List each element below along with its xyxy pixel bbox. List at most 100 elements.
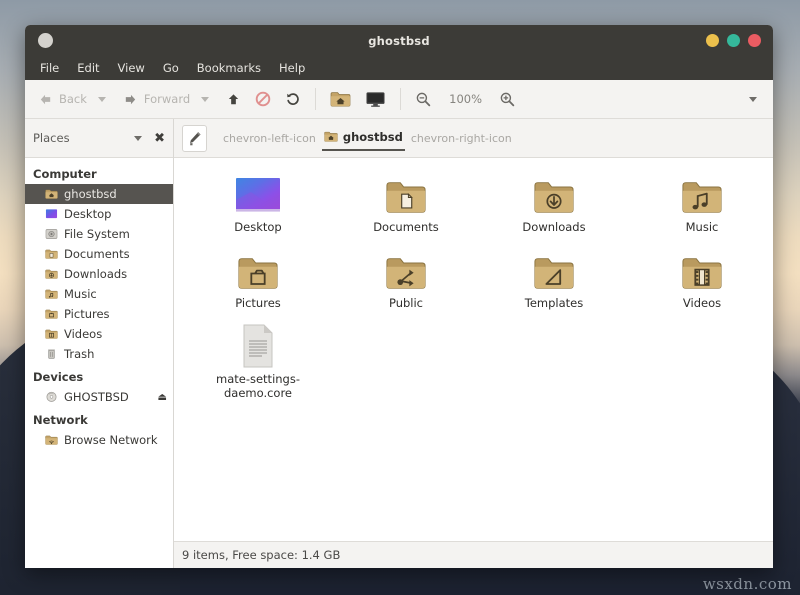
file-item-music[interactable]: Music xyxy=(628,170,773,234)
sidebar-item-desktop[interactable]: Desktop xyxy=(25,204,173,224)
file-item-mate-settings-daemon-core[interactable]: mate-settings-daemo.core xyxy=(184,322,332,399)
file-item-public[interactable]: Public xyxy=(332,246,480,310)
file-label: Public xyxy=(389,297,423,310)
window-controls xyxy=(706,34,761,47)
file-system-disk-icon xyxy=(45,228,58,240)
up-arrow-icon xyxy=(226,92,241,107)
reload-button[interactable] xyxy=(278,87,308,111)
file-item-downloads[interactable]: Downloads xyxy=(480,170,628,234)
sidebar-item-pictures[interactable]: Pictures xyxy=(25,304,173,324)
home-button[interactable] xyxy=(323,86,358,112)
toggle-location-entry-button[interactable] xyxy=(182,125,207,152)
back-label: Back xyxy=(59,92,87,106)
menu-edit[interactable]: Edit xyxy=(68,58,108,78)
close-sidebar-icon[interactable]: ✖ xyxy=(154,132,165,145)
stop-button[interactable] xyxy=(248,87,278,111)
maximize-button[interactable] xyxy=(727,34,740,47)
sidebar-item-label: Browse Network xyxy=(64,433,158,447)
toolbar-separator-2 xyxy=(400,88,401,110)
sidebar-item-ghostbsd-device[interactable]: GHOSTBSD ⏏ xyxy=(25,387,173,407)
sidebar-item-label: File System xyxy=(64,227,130,241)
sidebar-item-downloads[interactable]: Downloads xyxy=(25,264,173,284)
file-item-documents[interactable]: Documents xyxy=(332,170,480,234)
reload-icon xyxy=(285,91,301,107)
status-text: 9 items, Free space: 1.4 GB xyxy=(182,548,340,562)
menu-bar: File Edit View Go Bookmarks Help xyxy=(25,56,773,80)
sidebar-item-music[interactable]: Music xyxy=(25,284,173,304)
places-label: Places xyxy=(33,131,134,145)
window-menu-icon[interactable] xyxy=(38,33,53,48)
optical-disc-icon xyxy=(45,391,58,403)
music-folder-icon xyxy=(681,170,723,216)
forward-arrow-icon xyxy=(123,92,138,107)
computer-monitor-icon xyxy=(365,90,386,108)
zoom-out-icon xyxy=(415,91,432,108)
window-title: ghostbsd xyxy=(25,34,773,48)
sidebar-item-documents[interactable]: Documents xyxy=(25,244,173,264)
music-folder-icon xyxy=(45,288,58,300)
documents-folder-icon xyxy=(385,170,427,216)
forward-history-dropdown[interactable] xyxy=(201,97,209,102)
chevron-right-icon[interactable]: chevron-right-icon xyxy=(405,132,518,145)
file-item-videos[interactable]: Videos xyxy=(628,246,773,310)
sidebar-item-browse-network[interactable]: Browse Network xyxy=(25,430,173,450)
file-label: mate-settings-daemo.core xyxy=(198,373,318,399)
forward-button[interactable]: Forward xyxy=(116,88,197,111)
pencil-location-icon xyxy=(187,130,203,146)
close-button[interactable] xyxy=(748,34,761,47)
sidebar-group-computer: Computer xyxy=(25,164,173,184)
generic-document-icon xyxy=(240,322,276,368)
sidebar-item-label: Trash xyxy=(64,347,94,361)
home-folder-icon xyxy=(45,188,58,200)
sidebar-item-label: GHOSTBSD xyxy=(64,390,129,404)
sidebar-item-label: ghostbsd xyxy=(64,187,117,201)
computer-button[interactable] xyxy=(358,86,393,112)
file-item-desktop[interactable]: Desktop xyxy=(184,170,332,234)
chevron-down-icon[interactable] xyxy=(134,136,142,141)
menu-help[interactable]: Help xyxy=(270,58,314,78)
zoom-in-button[interactable] xyxy=(492,87,523,112)
menu-go[interactable]: Go xyxy=(154,58,188,78)
file-label: Downloads xyxy=(522,221,585,234)
breadcrumb-ghostbsd[interactable]: ghostbsd xyxy=(322,126,405,151)
sidebar-item-ghostbsd[interactable]: ghostbsd xyxy=(25,184,173,204)
zoom-in-icon xyxy=(499,91,516,108)
places-list: Computer ghostbsd Desktop xyxy=(25,158,173,568)
sidebar-item-label: Music xyxy=(64,287,97,301)
toolbar-overflow-button[interactable] xyxy=(749,97,757,102)
sidebar-item-file-system[interactable]: File System xyxy=(25,224,173,244)
title-bar: ghostbsd xyxy=(25,25,773,56)
videos-folder-icon xyxy=(681,246,723,292)
file-icon-view[interactable]: Desktop Documents xyxy=(174,158,773,541)
file-label: Pictures xyxy=(235,297,281,310)
file-label: Music xyxy=(686,221,719,234)
eject-icon[interactable]: ⏏ xyxy=(158,392,167,403)
minimize-button[interactable] xyxy=(706,34,719,47)
back-history-dropdown[interactable] xyxy=(98,97,106,102)
desktop-background: wsxdn.com ghostbsd File Edit View Go Boo… xyxy=(0,0,800,595)
sidebar-item-label: Videos xyxy=(64,327,102,341)
up-button[interactable] xyxy=(219,88,248,111)
file-label: Videos xyxy=(683,297,721,310)
menu-view[interactable]: View xyxy=(109,58,154,78)
file-item-templates[interactable]: Templates xyxy=(480,246,628,310)
chevron-left-icon[interactable]: chevron-left-icon xyxy=(217,132,322,145)
file-label: Desktop xyxy=(234,221,281,234)
zoom-level-label: 100% xyxy=(449,92,482,106)
sidebar-item-trash[interactable]: Trash xyxy=(25,344,173,364)
network-folder-icon xyxy=(45,434,58,446)
zoom-out-button[interactable] xyxy=(408,87,439,112)
sidebar-group-devices: Devices xyxy=(25,367,173,387)
menu-bookmarks[interactable]: Bookmarks xyxy=(188,58,270,78)
menu-file[interactable]: File xyxy=(31,58,68,78)
back-button[interactable]: Back xyxy=(31,88,94,111)
file-item-pictures[interactable]: Pictures xyxy=(184,246,332,310)
sidebar-item-videos[interactable]: Videos xyxy=(25,324,173,344)
back-arrow-icon xyxy=(38,92,53,107)
pictures-folder-icon xyxy=(45,308,58,320)
path-bar: chevron-left-icon ghostbsd chevron-right… xyxy=(174,119,773,158)
forward-label: Forward xyxy=(144,92,190,106)
downloads-folder-icon xyxy=(533,170,575,216)
documents-folder-icon xyxy=(45,248,58,260)
status-bar: 9 items, Free space: 1.4 GB xyxy=(174,541,773,568)
